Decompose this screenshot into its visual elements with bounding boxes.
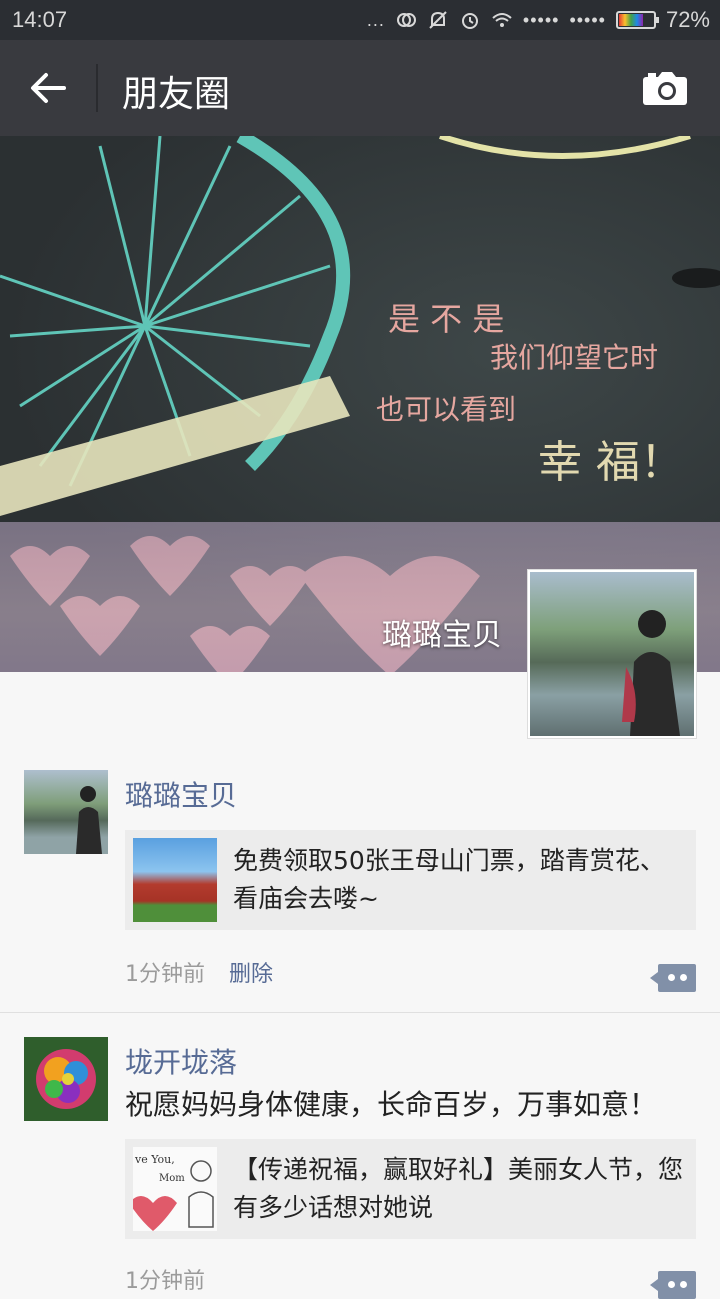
- title-divider: [96, 64, 98, 112]
- share-thumbnail: [133, 838, 217, 922]
- bell-muted-icon: [429, 11, 447, 29]
- comment-icon[interactable]: [650, 1271, 696, 1299]
- wifi-icon: [492, 13, 512, 27]
- cover-text-3: 也可以看到: [376, 393, 517, 426]
- poster-name[interactable]: 璐璐宝贝: [125, 774, 237, 814]
- cover-text-2: 我们仰望它时: [490, 341, 659, 374]
- sync-icon: [396, 13, 416, 27]
- share-card[interactable]: ve You, Mom 【传递祝福，赢取好礼】美丽女人节，您有多少话想对她说: [125, 1139, 696, 1239]
- status-time: 14:07: [12, 7, 68, 32]
- cover-text-1: 是 不 是: [388, 300, 505, 338]
- more-notifications-icon: ...: [366, 9, 385, 30]
- share-description: 免费领取50张王母山门票，踏青赏花、看庙会去喽~: [233, 846, 665, 913]
- share-description: 【传递祝福，赢取好礼】美丽女人节，您有多少话想对她说: [233, 1155, 684, 1222]
- page-title: 朋友圈: [122, 74, 231, 115]
- avatar-person-image: [76, 786, 102, 854]
- delete-link[interactable]: 删除: [229, 956, 273, 988]
- post-divider: [0, 1012, 720, 1013]
- avatar-person-image: [622, 610, 680, 736]
- poster-avatar[interactable]: [24, 1037, 108, 1121]
- poster-avatar[interactable]: [24, 770, 108, 854]
- heart-drawing: [133, 1160, 214, 1231]
- post-time: 1分钟前: [125, 962, 205, 987]
- battery-fill: [618, 14, 644, 26]
- post-time: 1分钟前: [125, 1269, 205, 1294]
- signal-strength-2: •••••: [569, 9, 606, 30]
- status-icons: ... ••••• ••••• 72%: [367, 7, 710, 33]
- signal-strength-1: •••••: [522, 9, 560, 30]
- poster-name[interactable]: 垅开垅落: [125, 1041, 237, 1081]
- rainbow-rose-image: [36, 1049, 96, 1109]
- battery-percent: 72%: [665, 7, 710, 32]
- cover-text-4: 幸 福！: [538, 437, 684, 488]
- share-card[interactable]: 免费领取50张王母山门票，踏青赏花、看庙会去喽~: [125, 830, 696, 930]
- status-bar: 14:07 ... ••••• ••••• 72%: [0, 0, 720, 40]
- post-text: 祝愿妈妈身体健康，长命百岁，万事如意！: [125, 1088, 658, 1121]
- profile-avatar[interactable]: [528, 570, 696, 738]
- back-arrow-icon[interactable]: [24, 68, 72, 108]
- comment-icon[interactable]: [650, 964, 696, 992]
- battery-icon: [615, 11, 659, 29]
- title-bar: 朋友圈: [0, 40, 720, 136]
- cover-owner-name: 璐璐宝贝: [382, 618, 502, 653]
- alarm-icon: [461, 13, 478, 29]
- camera-icon[interactable]: [642, 70, 688, 106]
- share-thumbnail: ve You, Mom: [133, 1147, 217, 1231]
